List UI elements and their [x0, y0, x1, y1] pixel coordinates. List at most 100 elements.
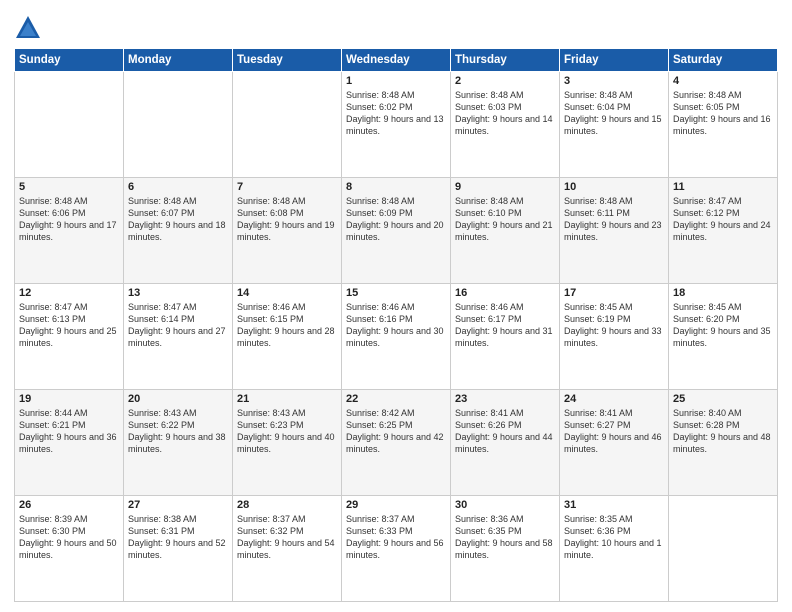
- calendar-cell: 16 Sunrise: 8:46 AMSunset: 6:17 PMDayligh…: [451, 284, 560, 390]
- day-number: 31: [564, 499, 664, 511]
- cell-info: Sunrise: 8:41 AMSunset: 6:26 PMDaylight:…: [455, 407, 555, 456]
- calendar-cell: 23 Sunrise: 8:41 AMSunset: 6:26 PMDayligh…: [451, 390, 560, 496]
- logo: [14, 14, 46, 42]
- calendar-week-row: 26 Sunrise: 8:39 AMSunset: 6:30 PMDayligh…: [15, 496, 778, 602]
- day-number: 16: [455, 287, 555, 299]
- cell-info: Sunrise: 8:48 AMSunset: 6:03 PMDaylight:…: [455, 89, 555, 138]
- calendar-cell: 25 Sunrise: 8:40 AMSunset: 6:28 PMDayligh…: [669, 390, 778, 496]
- day-number: 23: [455, 393, 555, 405]
- cell-info: Sunrise: 8:41 AMSunset: 6:27 PMDaylight:…: [564, 407, 664, 456]
- cell-info: Sunrise: 8:39 AMSunset: 6:30 PMDaylight:…: [19, 513, 119, 562]
- calendar-table: SundayMondayTuesdayWednesdayThursdayFrid…: [14, 48, 778, 602]
- day-number: 20: [128, 393, 228, 405]
- cell-info: Sunrise: 8:48 AMSunset: 6:09 PMDaylight:…: [346, 195, 446, 244]
- calendar-cell: 29 Sunrise: 8:37 AMSunset: 6:33 PMDayligh…: [342, 496, 451, 602]
- cell-info: Sunrise: 8:36 AMSunset: 6:35 PMDaylight:…: [455, 513, 555, 562]
- day-number: 29: [346, 499, 446, 511]
- calendar-cell: 21Sunrise: 8:43 AMSunset: 6:23 PMDayligh…: [233, 390, 342, 496]
- weekday-header-friday: Friday: [560, 49, 669, 72]
- calendar-cell: [15, 72, 124, 178]
- cell-info: Sunrise: 8:47 AMSunset: 6:12 PMDaylight:…: [673, 195, 773, 244]
- cell-info: Sunrise: 8:46 AMSunset: 6:17 PMDaylight:…: [455, 301, 555, 350]
- calendar-week-row: 1 Sunrise: 8:48 AMSunset: 6:02 PMDaylight…: [15, 72, 778, 178]
- day-number: 10: [564, 181, 664, 193]
- calendar-cell: 1 Sunrise: 8:48 AMSunset: 6:02 PMDaylight…: [342, 72, 451, 178]
- day-number: 4: [673, 75, 773, 87]
- calendar-cell: 11 Sunrise: 8:47 AMSunset: 6:12 PMDayligh…: [669, 178, 778, 284]
- day-number: 6: [128, 181, 228, 193]
- cell-info: Sunrise: 8:37 AMSunset: 6:33 PMDaylight:…: [346, 513, 446, 562]
- calendar-cell: 28 Sunrise: 8:37 AMSunset: 6:32 PMDayligh…: [233, 496, 342, 602]
- calendar-cell: [669, 496, 778, 602]
- calendar-cell: 7Sunrise: 8:48 AMSunset: 6:08 PMDaylight…: [233, 178, 342, 284]
- cell-info: Sunrise: 8:47 AMSunset: 6:14 PMDaylight:…: [128, 301, 228, 350]
- day-number: 17: [564, 287, 664, 299]
- page: SundayMondayTuesdayWednesdayThursdayFrid…: [0, 0, 792, 612]
- cell-info: Sunrise: 8:48 AMSunset: 6:10 PMDaylight:…: [455, 195, 555, 244]
- cell-info: Sunrise: 8:48 AMSunset: 6:07 PMDaylight:…: [128, 195, 228, 244]
- cell-info: Sunrise: 8:38 AMSunset: 6:31 PMDaylight:…: [128, 513, 228, 562]
- day-number: 3: [564, 75, 664, 87]
- day-number: 22: [346, 393, 446, 405]
- day-number: 18: [673, 287, 773, 299]
- cell-info: Sunrise: 8:46 AMSunset: 6:15 PMDaylight:…: [237, 301, 337, 350]
- day-number: 28: [237, 499, 337, 511]
- cell-info: Sunrise: 8:48 AMSunset: 6:02 PMDaylight:…: [346, 89, 446, 138]
- weekday-header-row: SundayMondayTuesdayWednesdayThursdayFrid…: [15, 49, 778, 72]
- day-number: 26: [19, 499, 119, 511]
- calendar-cell: 9Sunrise: 8:48 AMSunset: 6:10 PMDaylight…: [451, 178, 560, 284]
- calendar-cell: 2Sunrise: 8:48 AMSunset: 6:03 PMDaylight…: [451, 72, 560, 178]
- weekday-header-saturday: Saturday: [669, 49, 778, 72]
- cell-info: Sunrise: 8:48 AMSunset: 6:06 PMDaylight:…: [19, 195, 119, 244]
- calendar-week-row: 19 Sunrise: 8:44 AMSunset: 6:21 PMDayligh…: [15, 390, 778, 496]
- calendar-cell: 5 Sunrise: 8:48 AMSunset: 6:06 PMDaylight…: [15, 178, 124, 284]
- cell-info: Sunrise: 8:47 AMSunset: 6:13 PMDaylight:…: [19, 301, 119, 350]
- day-number: 21: [237, 393, 337, 405]
- calendar-cell: [233, 72, 342, 178]
- calendar-cell: 30 Sunrise: 8:36 AMSunset: 6:35 PMDayligh…: [451, 496, 560, 602]
- day-number: 25: [673, 393, 773, 405]
- cell-info: Sunrise: 8:45 AMSunset: 6:20 PMDaylight:…: [673, 301, 773, 350]
- cell-info: Sunrise: 8:40 AMSunset: 6:28 PMDaylight:…: [673, 407, 773, 456]
- day-number: 13: [128, 287, 228, 299]
- day-number: 14: [237, 287, 337, 299]
- calendar-cell: 20Sunrise: 8:43 AMSunset: 6:22 PMDayligh…: [124, 390, 233, 496]
- cell-info: Sunrise: 8:35 AMSunset: 6:36 PMDaylight:…: [564, 513, 664, 562]
- calendar-week-row: 5 Sunrise: 8:48 AMSunset: 6:06 PMDaylight…: [15, 178, 778, 284]
- weekday-header-tuesday: Tuesday: [233, 49, 342, 72]
- day-number: 5: [19, 181, 119, 193]
- calendar-cell: 15 Sunrise: 8:46 AMSunset: 6:16 PMDayligh…: [342, 284, 451, 390]
- day-number: 1: [346, 75, 446, 87]
- cell-info: Sunrise: 8:48 AMSunset: 6:04 PMDaylight:…: [564, 89, 664, 138]
- calendar-cell: 8 Sunrise: 8:48 AMSunset: 6:09 PMDaylight…: [342, 178, 451, 284]
- calendar-cell: 19 Sunrise: 8:44 AMSunset: 6:21 PMDayligh…: [15, 390, 124, 496]
- day-number: 24: [564, 393, 664, 405]
- day-number: 11: [673, 181, 773, 193]
- cell-info: Sunrise: 8:37 AMSunset: 6:32 PMDaylight:…: [237, 513, 337, 562]
- calendar-cell: 27 Sunrise: 8:38 AMSunset: 6:31 PMDayligh…: [124, 496, 233, 602]
- day-number: 27: [128, 499, 228, 511]
- calendar-cell: 6 Sunrise: 8:48 AMSunset: 6:07 PMDaylight…: [124, 178, 233, 284]
- calendar-cell: 4 Sunrise: 8:48 AMSunset: 6:05 PMDaylight…: [669, 72, 778, 178]
- day-number: 15: [346, 287, 446, 299]
- day-number: 12: [19, 287, 119, 299]
- calendar-cell: 24 Sunrise: 8:41 AMSunset: 6:27 PMDayligh…: [560, 390, 669, 496]
- calendar-cell: 18 Sunrise: 8:45 AMSunset: 6:20 PMDayligh…: [669, 284, 778, 390]
- calendar-week-row: 12 Sunrise: 8:47 AMSunset: 6:13 PMDayligh…: [15, 284, 778, 390]
- day-number: 30: [455, 499, 555, 511]
- cell-info: Sunrise: 8:48 AMSunset: 6:05 PMDaylight:…: [673, 89, 773, 138]
- calendar-cell: 26 Sunrise: 8:39 AMSunset: 6:30 PMDayligh…: [15, 496, 124, 602]
- cell-info: Sunrise: 8:42 AMSunset: 6:25 PMDaylight:…: [346, 407, 446, 456]
- calendar-cell: 31 Sunrise: 8:35 AMSunset: 6:36 PMDayligh…: [560, 496, 669, 602]
- cell-info: Sunrise: 8:46 AMSunset: 6:16 PMDaylight:…: [346, 301, 446, 350]
- cell-info: Sunrise: 8:48 AMSunset: 6:11 PMDaylight:…: [564, 195, 664, 244]
- header: [14, 10, 778, 42]
- cell-info: Sunrise: 8:44 AMSunset: 6:21 PMDaylight:…: [19, 407, 119, 456]
- calendar-cell: 13 Sunrise: 8:47 AMSunset: 6:14 PMDayligh…: [124, 284, 233, 390]
- day-number: 19: [19, 393, 119, 405]
- calendar-cell: [124, 72, 233, 178]
- logo-icon: [14, 14, 42, 42]
- cell-info: Sunrise: 8:48 AMSunset: 6:08 PMDaylight:…: [237, 195, 337, 244]
- weekday-header-thursday: Thursday: [451, 49, 560, 72]
- day-number: 8: [346, 181, 446, 193]
